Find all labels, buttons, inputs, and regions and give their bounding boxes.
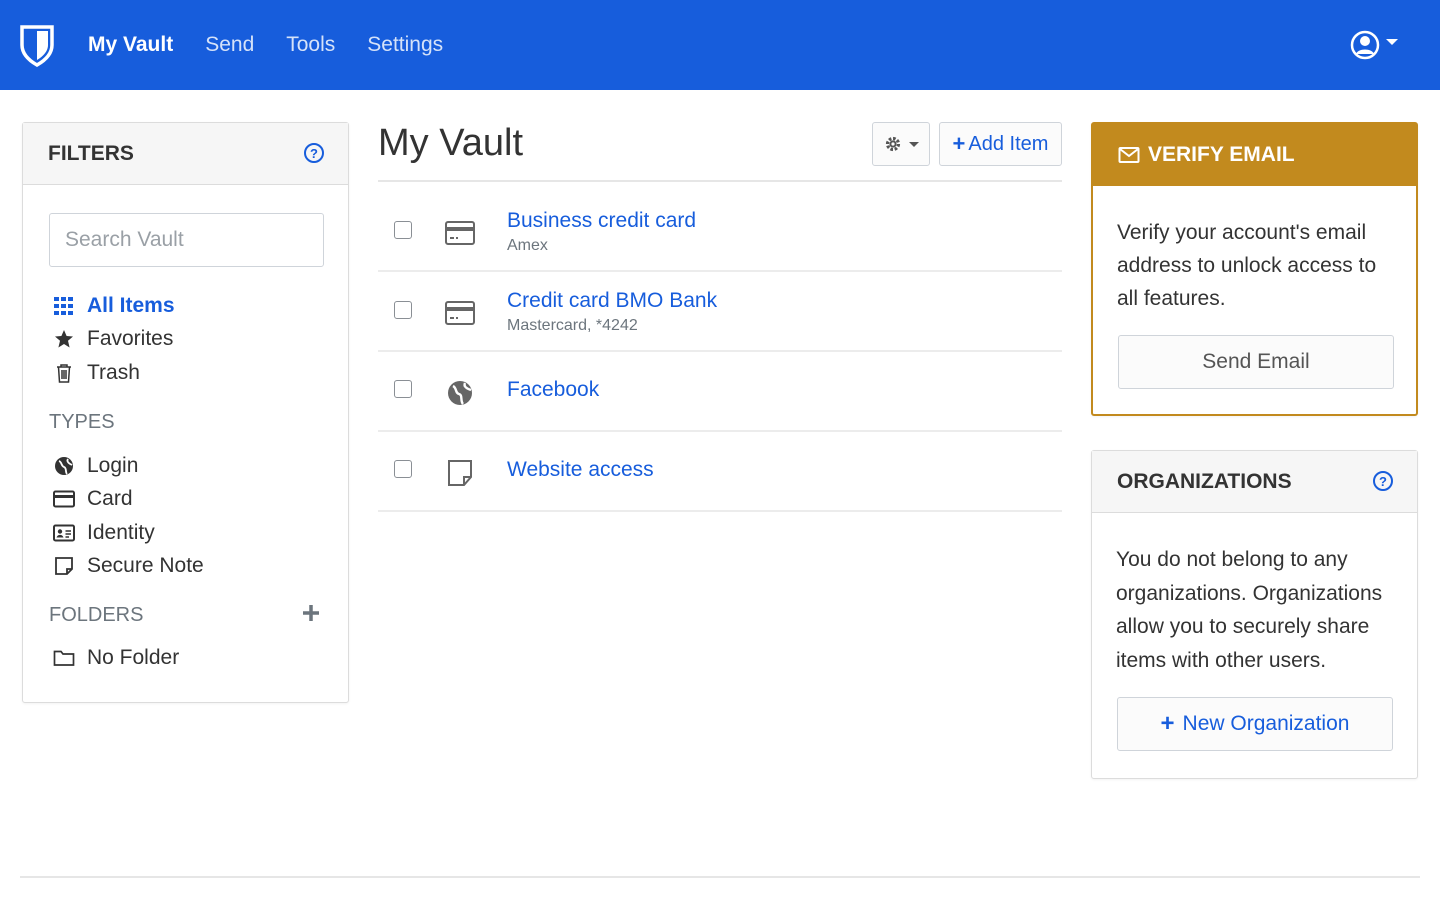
add-item-label: Add Item: [968, 132, 1049, 155]
item-subtitle: Amex: [507, 237, 548, 254]
footer-divider: [20, 876, 1420, 878]
nav-send[interactable]: Send: [205, 33, 254, 57]
item-subtitle: Mastercard, *4242: [507, 317, 638, 334]
search-vault-input[interactable]: [49, 213, 324, 267]
item-name-link[interactable]: Facebook: [507, 378, 599, 402]
card-icon: [445, 221, 475, 245]
nav-settings[interactable]: Settings: [367, 33, 443, 57]
folders-heading: FOLDERS: [49, 604, 144, 626]
filter-label: Card: [87, 487, 133, 511]
item-checkbox[interactable]: [394, 301, 412, 319]
filter-type-identity[interactable]: Identity: [53, 516, 204, 550]
id-card-icon: [53, 522, 75, 544]
gear-icon: [885, 136, 900, 152]
verify-email-header: VERIFY EMAIL: [1093, 124, 1416, 186]
globe-icon: [448, 381, 472, 405]
item-name-link[interactable]: Credit card BMO Bank: [507, 289, 717, 313]
filter-trash[interactable]: Trash: [53, 356, 175, 390]
new-organization-button[interactable]: + New Organization: [1117, 697, 1393, 751]
verify-email-text: Verify your account's email address to u…: [1117, 221, 1377, 310]
item-name-link[interactable]: Website access: [507, 458, 654, 482]
user-avatar-icon: [1350, 30, 1380, 60]
types-heading: TYPES: [49, 411, 115, 433]
envelope-icon: [1118, 147, 1140, 163]
filter-type-login[interactable]: Login: [53, 449, 204, 483]
filter-no-folder[interactable]: No Folder: [53, 641, 179, 675]
new-organization-label: New Organization: [1182, 712, 1350, 735]
folder-filters: No Folder: [53, 641, 179, 675]
filter-all-items[interactable]: All Items: [53, 289, 175, 323]
filters-title: FILTERS: [48, 141, 134, 165]
globe-icon: [53, 455, 75, 477]
organizations-header: ORGANIZATIONS ?: [1092, 451, 1417, 513]
nav-my-vault[interactable]: My Vault: [88, 33, 173, 57]
item-checkbox[interactable]: [394, 221, 412, 239]
plus-icon[interactable]: [302, 604, 320, 622]
card-icon: [445, 301, 475, 325]
plus-icon: +: [1160, 710, 1175, 737]
bitwarden-shield-logo[interactable]: [20, 25, 54, 67]
nav-tools[interactable]: Tools: [286, 33, 335, 57]
filter-label: No Folder: [87, 645, 180, 669]
divider: [378, 180, 1062, 182]
filter-label: Login: [87, 453, 139, 477]
chevron-down-icon: [1386, 39, 1398, 45]
send-email-button[interactable]: Send Email: [1118, 335, 1394, 389]
filter-label: Favorites: [87, 327, 174, 351]
nav-links: My Vault Send Tools Settings: [88, 0, 475, 90]
vault-options-button[interactable]: [872, 122, 930, 166]
plus-icon: +: [952, 131, 966, 156]
verify-email-title: VERIFY EMAIL: [1148, 143, 1295, 166]
filter-type-secure-note[interactable]: Secure Note: [53, 550, 204, 584]
add-item-button[interactable]: + Add Item: [939, 122, 1062, 166]
item-checkbox[interactable]: [394, 380, 412, 398]
secure-note-icon: [53, 555, 75, 577]
item-checkbox[interactable]: [394, 460, 412, 478]
page-title: My Vault: [378, 122, 524, 164]
organizations-text: You do not belong to any organizations. …: [1116, 548, 1383, 672]
filter-label: All Items: [87, 293, 175, 317]
filters-header: FILTERS ?: [23, 123, 348, 185]
vault-item-row[interactable]: Website access: [378, 432, 1062, 512]
filter-favorites[interactable]: Favorites: [53, 323, 175, 357]
vault-item-row[interactable]: Business credit card Amex: [378, 192, 1062, 272]
help-icon[interactable]: ?: [1373, 471, 1393, 491]
star-icon: [53, 328, 75, 350]
top-navbar: My Vault Send Tools Settings: [0, 0, 1440, 90]
organizations-panel: ORGANIZATIONS ? You do not belong to any…: [1091, 450, 1418, 779]
vault-filters: All Items Favorites Trash: [53, 289, 175, 390]
secure-note-icon: [448, 460, 472, 486]
organizations-title: ORGANIZATIONS: [1117, 469, 1292, 493]
verify-email-panel: VERIFY EMAIL Verify your account's email…: [1091, 122, 1418, 416]
filter-label: Trash: [87, 360, 140, 384]
filter-type-card[interactable]: Card: [53, 483, 204, 517]
filters-panel: FILTERS ? All Items Favorites: [22, 122, 349, 703]
vault-item-row[interactable]: Facebook: [378, 352, 1062, 432]
vault-item-row[interactable]: Credit card BMO Bank Mastercard, *4242: [378, 272, 1062, 352]
filter-label: Secure Note: [87, 554, 204, 578]
card-icon: [53, 488, 75, 510]
filter-label: Identity: [87, 520, 155, 544]
help-icon[interactable]: ?: [304, 143, 324, 163]
item-name-link[interactable]: Business credit card: [507, 209, 696, 233]
folder-icon: [53, 647, 75, 669]
type-filters: Login Card Identity Secure Note: [53, 449, 204, 583]
chevron-down-icon: [908, 141, 919, 147]
account-menu[interactable]: [1350, 29, 1398, 61]
trash-icon: [53, 362, 75, 384]
grid-icon: [53, 295, 75, 317]
